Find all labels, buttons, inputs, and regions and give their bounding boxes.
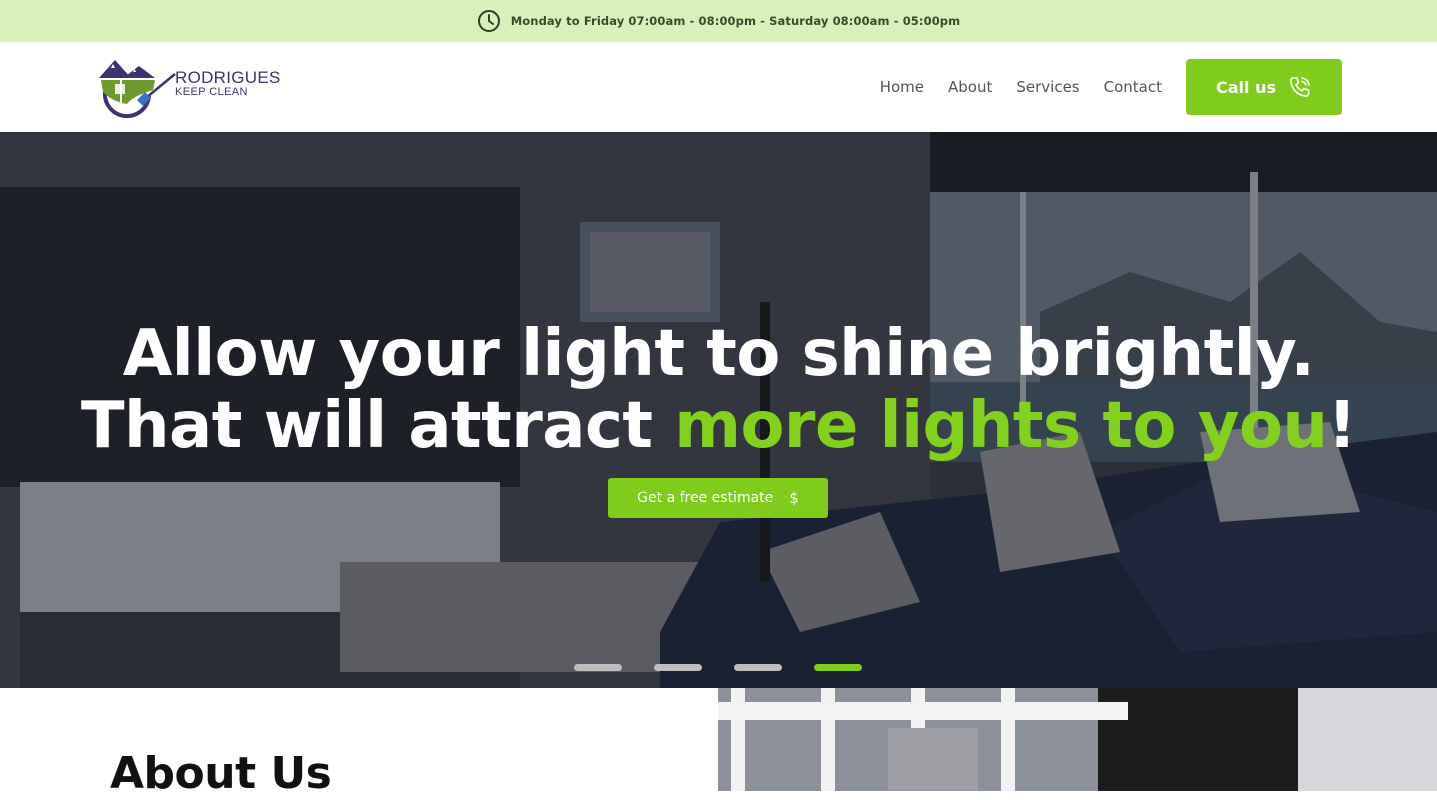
nav-about[interactable]: About <box>948 78 992 96</box>
free-estimate-button[interactable]: Get a free estimate $ <box>608 478 828 518</box>
hero-headline-line-2: That will attract more lights to you! <box>0 390 1437 462</box>
top-info-bar: Monday to Friday 07:00am - 08:00pm - Sat… <box>0 0 1437 42</box>
dollar-icon: $ <box>789 489 799 507</box>
slider-pagination <box>574 664 862 671</box>
about-title: About Us <box>110 748 332 799</box>
call-us-button[interactable]: Call us <box>1186 59 1342 115</box>
hero-headline-prefix: That will attract <box>80 389 675 463</box>
about-section: About Us <box>0 688 1437 799</box>
slide-dot-1[interactable] <box>574 664 622 671</box>
logo-mark-icon <box>99 60 176 118</box>
about-image <box>718 688 1437 791</box>
slide-dot-4[interactable] <box>814 664 862 671</box>
free-estimate-label: Get a free estimate <box>637 490 774 506</box>
nav-contact[interactable]: Contact <box>1104 78 1162 96</box>
about-photo <box>718 688 1437 791</box>
brand-name: RODRIGUES <box>175 67 281 87</box>
site-header: RODRIGUES KEEP CLEAN Home About Services… <box>0 42 1437 132</box>
clock-icon <box>477 10 500 32</box>
call-us-label: Call us <box>1216 77 1276 97</box>
hero-slider: Allow your light to shine brightly. That… <box>0 132 1437 688</box>
main-nav: Home About Services Contact <box>880 42 1162 132</box>
nav-home[interactable]: Home <box>880 78 924 96</box>
hero-headline-suffix: ! <box>1327 389 1357 463</box>
business-hours: Monday to Friday 07:00am - 08:00pm - Sat… <box>510 14 961 28</box>
hero-headline-accent: more lights to you <box>674 389 1328 463</box>
brand-tagline: KEEP CLEAN <box>175 85 248 98</box>
slide-dot-2[interactable] <box>654 664 702 671</box>
phone-icon <box>1290 77 1310 97</box>
hero-headline-line-1: Allow your light to shine brightly. <box>122 317 1315 391</box>
brand-logo[interactable]: RODRIGUES KEEP CLEAN <box>93 56 293 118</box>
nav-services[interactable]: Services <box>1016 78 1079 96</box>
slide-dot-3[interactable] <box>734 664 782 671</box>
